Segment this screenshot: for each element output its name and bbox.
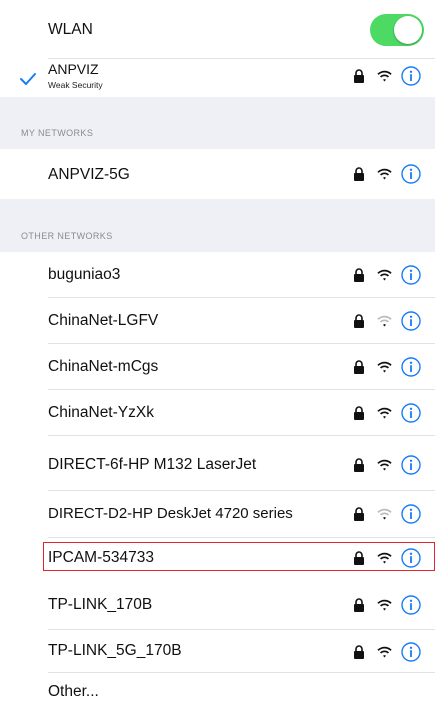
checkmark-icon: [20, 73, 36, 85]
network-row[interactable]: ChinaNet-YzXk: [0, 390, 435, 435]
wifi-icon: [377, 361, 392, 373]
wlan-row: WLAN: [0, 0, 435, 58]
wlan-toggle[interactable]: [370, 14, 424, 46]
other-network-row[interactable]: Other...: [0, 673, 435, 711]
wifi-icon: [377, 459, 392, 471]
lock-icon: [354, 458, 364, 472]
info-icon[interactable]: [401, 265, 421, 285]
network-name: ANPVIZ-5G: [48, 166, 130, 183]
lock-icon: [354, 507, 364, 521]
network-row[interactable]: TP-LINK_170B: [0, 579, 435, 629]
info-icon[interactable]: [401, 455, 421, 475]
network-name: ChinaNet-YzXk: [48, 404, 154, 421]
wifi-icon: [377, 70, 392, 82]
info-icon[interactable]: [401, 642, 421, 662]
network-name: buguniao3: [48, 266, 121, 283]
section-header-my-networks: MY NETWORKS: [0, 97, 435, 149]
wifi-weak-icon: [377, 508, 392, 520]
network-row[interactable]: TP-LINK_5G_170B: [0, 630, 435, 672]
connected-network-row[interactable]: ANPVIZ Weak Security: [0, 59, 435, 97]
network-row[interactable]: ChinaNet-LGFV: [0, 298, 435, 343]
info-icon[interactable]: [401, 403, 421, 423]
lock-icon: [354, 645, 364, 659]
network-row[interactable]: ChinaNet-mCgs: [0, 344, 435, 389]
lock-icon: [354, 360, 364, 374]
lock-icon: [354, 598, 364, 612]
lock-icon: [354, 69, 364, 83]
wifi-icon: [377, 269, 392, 281]
network-row[interactable]: ANPVIZ-5G: [0, 149, 435, 199]
info-icon[interactable]: [401, 164, 421, 184]
network-name: ChinaNet-LGFV: [48, 312, 159, 329]
wifi-icon: [377, 168, 392, 180]
info-icon[interactable]: [401, 311, 421, 331]
connected-network-name: ANPVIZ: [48, 61, 99, 77]
wifi-icon: [377, 646, 392, 658]
lock-icon: [354, 167, 364, 181]
section-header-other-networks: OTHER NETWORKS: [0, 199, 435, 252]
network-name: DIRECT-D2-HP DeskJet 4720 series: [48, 505, 293, 522]
network-row[interactable]: DIRECT-D2-HP DeskJet 4720 series: [0, 491, 435, 537]
network-name: DIRECT-6f-HP M132 LaserJet: [48, 456, 257, 473]
lock-icon: [354, 406, 364, 420]
network-row[interactable]: DIRECT-6f-HP M132 LaserJet: [0, 436, 435, 490]
network-name: ChinaNet-mCgs: [48, 358, 159, 375]
info-icon[interactable]: [401, 66, 421, 86]
wifi-icon: [377, 599, 392, 611]
connected-network-subtitle: Weak Security: [48, 80, 103, 90]
info-icon[interactable]: [401, 595, 421, 615]
highlight-box: [43, 542, 435, 571]
network-name: TP-LINK_5G_170B: [48, 642, 182, 659]
other-network-label: Other...: [48, 683, 99, 700]
wifi-icon: [377, 407, 392, 419]
wifi-weak-icon: [377, 315, 392, 327]
wlan-label: WLAN: [48, 21, 93, 38]
section-title: OTHER NETWORKS: [21, 231, 113, 241]
info-icon[interactable]: [401, 357, 421, 377]
info-icon[interactable]: [401, 504, 421, 524]
network-name: TP-LINK_170B: [48, 596, 153, 613]
lock-icon: [354, 268, 364, 282]
toggle-knob: [394, 16, 422, 44]
lock-icon: [354, 314, 364, 328]
network-row[interactable]: buguniao3: [0, 252, 435, 297]
section-title: MY NETWORKS: [21, 128, 94, 138]
